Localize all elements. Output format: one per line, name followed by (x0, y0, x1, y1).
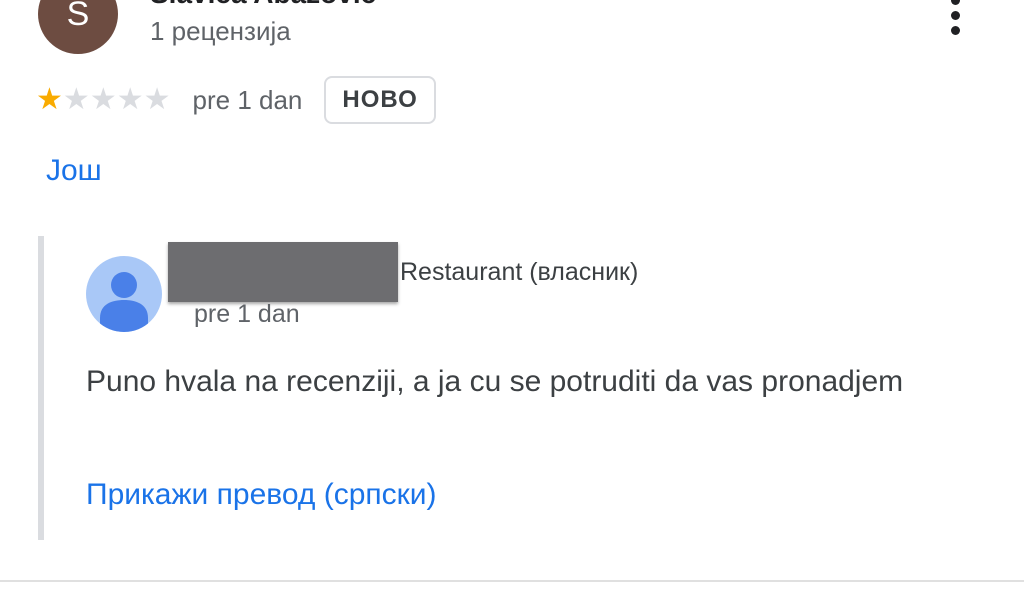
reply-divider-bar (38, 236, 44, 540)
star-empty-icon: ★ (143, 83, 171, 116)
more-vert-icon[interactable] (940, 0, 970, 40)
new-badge: НОВО (324, 76, 436, 124)
menu-dot (950, 0, 960, 5)
person-icon (86, 256, 162, 332)
reviewer-avatar[interactable]: S (38, 0, 118, 54)
menu-dot (950, 25, 960, 35)
star-rating: ★ ★ ★ ★ ★ (36, 85, 171, 115)
reply-date: pre 1 dan (194, 300, 300, 328)
star-empty-icon: ★ (116, 83, 144, 116)
owner-label: Restaurant (власник) (400, 258, 639, 286)
reviewer-initial: S (66, 0, 90, 33)
reviewer-name[interactable]: Slavica Abazović (150, 0, 376, 10)
more-link[interactable]: Још (46, 154, 102, 188)
reviewer-review-count: 1 рецензија (150, 16, 291, 46)
star-filled-icon: ★ (36, 83, 63, 116)
show-translation-link[interactable]: Прикажи превод (српски) (86, 478, 437, 512)
menu-dot (950, 10, 960, 20)
redacted-owner-name (168, 242, 398, 302)
reply-text: Puno hvala na recenziji, a ja cu se potr… (86, 365, 904, 398)
rating-row: ★ ★ ★ ★ ★ pre 1 dan НОВО (36, 74, 436, 126)
star-empty-icon: ★ (89, 83, 117, 116)
star-empty-icon: ★ (62, 83, 90, 116)
section-divider (0, 580, 1024, 582)
review-date: pre 1 dan (192, 84, 303, 115)
